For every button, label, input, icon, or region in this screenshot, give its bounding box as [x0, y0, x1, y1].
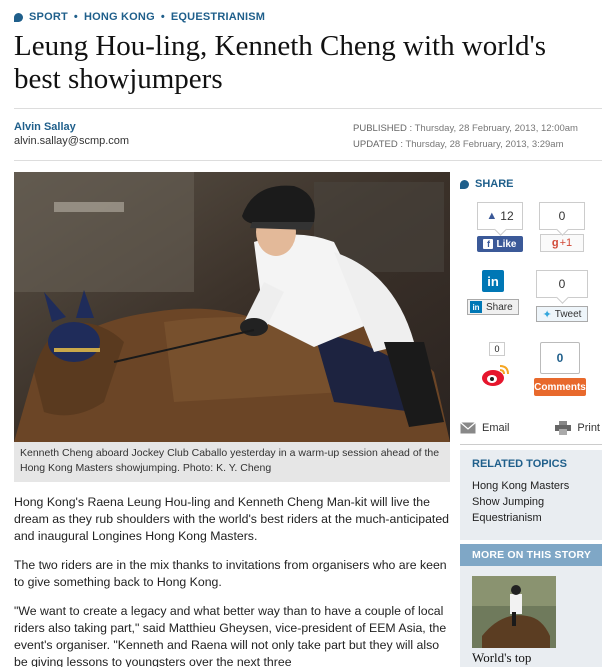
comments-button[interactable]: Comments: [534, 378, 586, 396]
printer-icon: [555, 421, 572, 435]
twitter-share: 0 ✦ Tweet: [536, 270, 588, 322]
comments-widget: 0 Comments: [534, 342, 586, 396]
breadcrumb-separator: •: [73, 11, 78, 23]
weibo-icon[interactable]: [480, 362, 510, 388]
tweet-label: Tweet: [554, 308, 582, 320]
related-topic-link[interactable]: Show Jumping: [472, 496, 544, 508]
related-topic-link[interactable]: Equestrianism: [472, 512, 542, 524]
updated-label: UPDATED :: [353, 139, 403, 150]
linkedin-share-label: Share: [486, 301, 513, 313]
more-on-story-heading: MORE ON THIS STORY: [460, 544, 602, 566]
facebook-like-button[interactable]: f Like: [477, 236, 523, 252]
article-title: Leung Hou-ling, Kenneth Cheng with world…: [14, 30, 546, 95]
breadcrumb-separator: •: [160, 11, 165, 23]
gplus-button[interactable]: g +1: [540, 234, 584, 252]
breadcrumb-equestrianism-link[interactable]: EQUESTRIANISM: [171, 11, 265, 23]
article-dates: PUBLISHED : Thursday, 28 February, 2013,…: [353, 121, 578, 153]
breadcrumb: SPORT • HONG KONG • EQUESTRIANISM: [14, 10, 265, 24]
tweet-button[interactable]: ✦ Tweet: [536, 306, 588, 322]
twitter-bird-icon: ✦: [542, 308, 552, 321]
rider-photo-illustration: [14, 172, 450, 442]
article-paragraph: The two riders are in the mix thanks to …: [14, 558, 447, 589]
article-paragraph: "We want to create a legacy and what bet…: [14, 604, 447, 667]
story-link[interactable]: World's top: [472, 650, 531, 666]
thumbs-up-icon: ▲: [486, 210, 498, 222]
related-topic-link[interactable]: Hong Kong Masters: [472, 480, 569, 492]
facebook-icon: f: [483, 239, 494, 249]
article-body: Hong Kong's Raena Leung Hou-ling and Ken…: [14, 494, 454, 667]
author-link[interactable]: Alvin Sallay: [14, 121, 129, 133]
linkedin-share: in in Share: [467, 270, 519, 315]
author-email-link[interactable]: alvin.sallay@scmp.com: [14, 135, 129, 147]
story-thumbnail-image: [472, 576, 556, 648]
facebook-share: ▲ 12 f Like: [477, 202, 523, 252]
byline: Alvin Sallay alvin.sallay@scmp.com: [14, 121, 129, 147]
share-heading: SHARE: [460, 178, 514, 190]
linkedin-share-button[interactable]: in Share: [467, 299, 519, 315]
related-topics-list: Hong Kong Masters Show Jumping Equestria…: [460, 470, 602, 526]
print-label: Print: [577, 422, 600, 434]
related-topics-heading: RELATED TOPICS: [472, 458, 567, 470]
published-label: PUBLISHED :: [353, 123, 413, 134]
facebook-count: ▲ 12: [477, 202, 523, 230]
facebook-like-label: Like: [496, 238, 517, 250]
facebook-count-value: 12: [500, 209, 514, 223]
breadcrumb-sport-link[interactable]: SPORT: [29, 11, 68, 23]
print-link[interactable]: Print: [555, 421, 600, 435]
divider: [460, 444, 602, 445]
related-topics: RELATED TOPICS Hong Kong Masters Show Ju…: [460, 450, 602, 540]
envelope-icon: [460, 422, 476, 434]
story-thumbnail[interactable]: [472, 576, 556, 648]
comments-count: 0: [540, 342, 580, 374]
weibo-count: 0: [489, 342, 505, 356]
photo-caption: Kenneth Cheng aboard Jockey Club Caballo…: [14, 442, 450, 482]
twitter-count: 0: [536, 270, 588, 298]
divider: [14, 108, 602, 109]
linkedin-icon: in: [470, 301, 482, 313]
gplus-label: +1: [559, 237, 573, 249]
gplus-share: 0 g +1: [539, 202, 585, 252]
section-marker-icon: [460, 179, 469, 189]
share-heading-label: SHARE: [475, 178, 514, 190]
linkedin-logo-icon: in: [482, 270, 504, 292]
more-on-story: World's top: [460, 566, 602, 667]
section-marker-icon: [14, 12, 23, 22]
article-photo: [14, 172, 450, 442]
email-label: Email: [482, 422, 510, 434]
updated-date: Thursday, 28 February, 2013, 3:29am: [405, 139, 564, 150]
published-date: Thursday, 28 February, 2013, 12:00am: [414, 123, 578, 134]
weibo-share: 0: [480, 342, 510, 393]
breadcrumb-hongkong-link[interactable]: HONG KONG: [84, 11, 155, 23]
gplus-icon: g: [551, 237, 559, 249]
divider: [14, 160, 602, 161]
article-paragraph: Hong Kong's Raena Leung Hou-ling and Ken…: [14, 495, 450, 543]
article-tools: Email Print: [460, 420, 600, 436]
gplus-count: 0: [539, 202, 585, 230]
email-link[interactable]: Email: [460, 422, 510, 434]
